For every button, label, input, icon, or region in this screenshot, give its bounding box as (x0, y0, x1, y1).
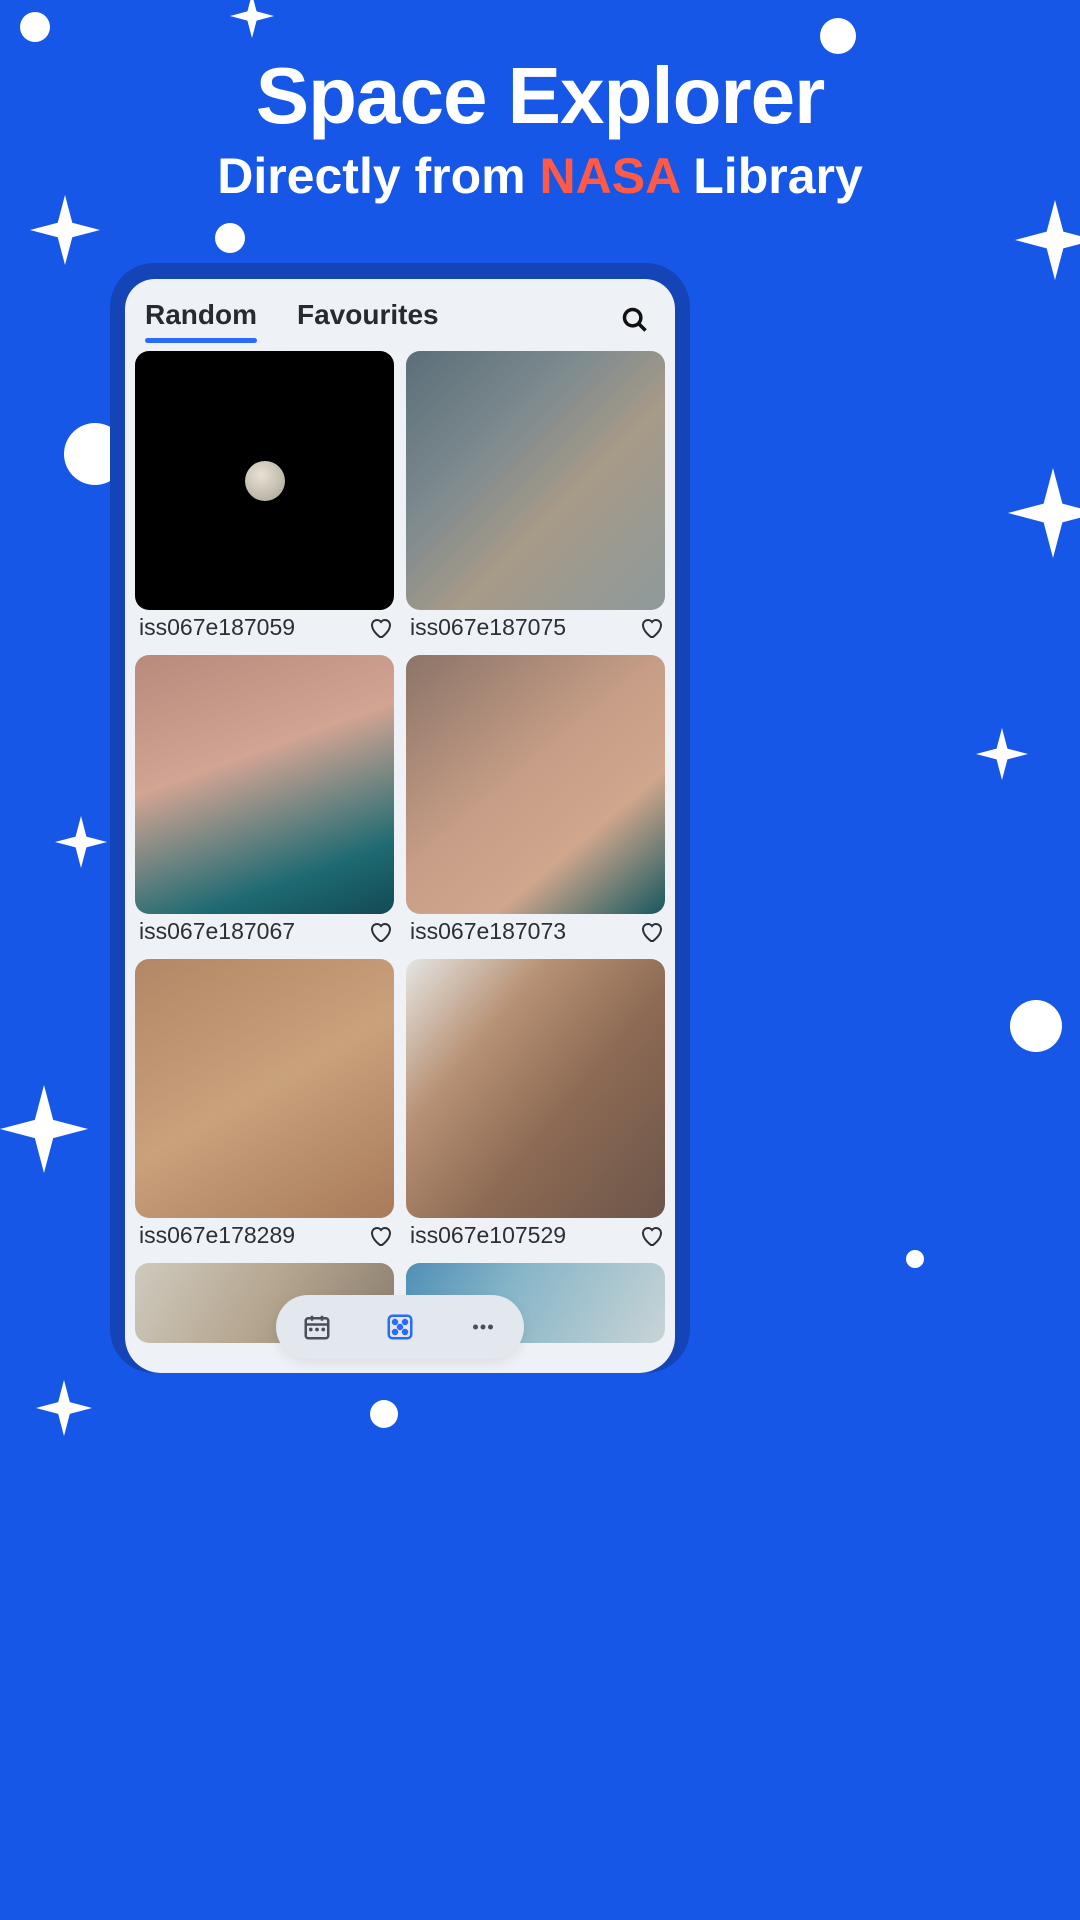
header-subtitle: Directly from NASA Library (0, 147, 1080, 205)
tab-favourites[interactable]: Favourites (297, 299, 439, 341)
dice-icon (385, 1312, 415, 1342)
sparkle-icon (55, 816, 107, 868)
sparkle-icon (1015, 200, 1080, 280)
nav-dice[interactable] (385, 1312, 415, 1342)
phone-frame: Random Favourites iss067e187059 (110, 263, 690, 1373)
sparkle-icon (1008, 468, 1080, 558)
star-dot (906, 1250, 924, 1268)
sparkle-icon (36, 1380, 92, 1436)
sparkle-icon (976, 728, 1028, 780)
header-title: Space Explorer (0, 50, 1080, 142)
heart-icon[interactable] (368, 616, 392, 640)
star-dot (370, 1400, 398, 1428)
nav-more[interactable] (468, 1312, 498, 1342)
grid-tile[interactable]: iss067e187059 (135, 351, 394, 647)
image-grid: iss067e187059 iss067e187075 (125, 351, 675, 1343)
tile-image (406, 351, 665, 610)
heart-icon[interactable] (368, 1224, 392, 1248)
tile-label: iss067e187059 (139, 614, 295, 641)
tile-image (135, 655, 394, 914)
tile-image (406, 959, 665, 1218)
tab-random[interactable]: Random (145, 299, 257, 341)
star-dot (20, 12, 50, 42)
search-icon (621, 306, 649, 334)
tabs-bar: Random Favourites (125, 279, 675, 351)
nav-calendar[interactable] (302, 1312, 332, 1342)
grid-tile[interactable]: iss067e187073 (406, 655, 665, 951)
tile-image (135, 351, 394, 610)
star-dot (1010, 1000, 1062, 1052)
more-icon (468, 1312, 498, 1342)
tile-label: iss067e187067 (139, 918, 295, 945)
search-button[interactable] (621, 306, 655, 334)
bottom-nav (276, 1295, 524, 1359)
grid-tile[interactable]: iss067e187067 (135, 655, 394, 951)
tile-label: iss067e187075 (410, 614, 566, 641)
tile-image (135, 959, 394, 1218)
grid-tile[interactable]: iss067e178289 (135, 959, 394, 1255)
tile-label: iss067e187073 (410, 918, 566, 945)
calendar-icon (302, 1312, 332, 1342)
heart-icon[interactable] (639, 616, 663, 640)
marketing-header: Space Explorer Directly from NASA Librar… (0, 50, 1080, 205)
star-dot (215, 223, 245, 253)
tile-label: iss067e178289 (139, 1222, 295, 1249)
tile-label: iss067e107529 (410, 1222, 566, 1249)
moon-icon (245, 461, 285, 501)
sparkle-icon (30, 195, 100, 265)
tile-image (406, 655, 665, 914)
heart-icon[interactable] (368, 920, 392, 944)
star-dot (820, 18, 856, 54)
heart-icon[interactable] (639, 920, 663, 944)
grid-tile[interactable]: iss067e107529 (406, 959, 665, 1255)
sparkle-icon (0, 1085, 88, 1173)
phone-screen: Random Favourites iss067e187059 (125, 279, 675, 1373)
sparkle-icon (230, 0, 274, 38)
heart-icon[interactable] (639, 1224, 663, 1248)
grid-tile[interactable]: iss067e187075 (406, 351, 665, 647)
